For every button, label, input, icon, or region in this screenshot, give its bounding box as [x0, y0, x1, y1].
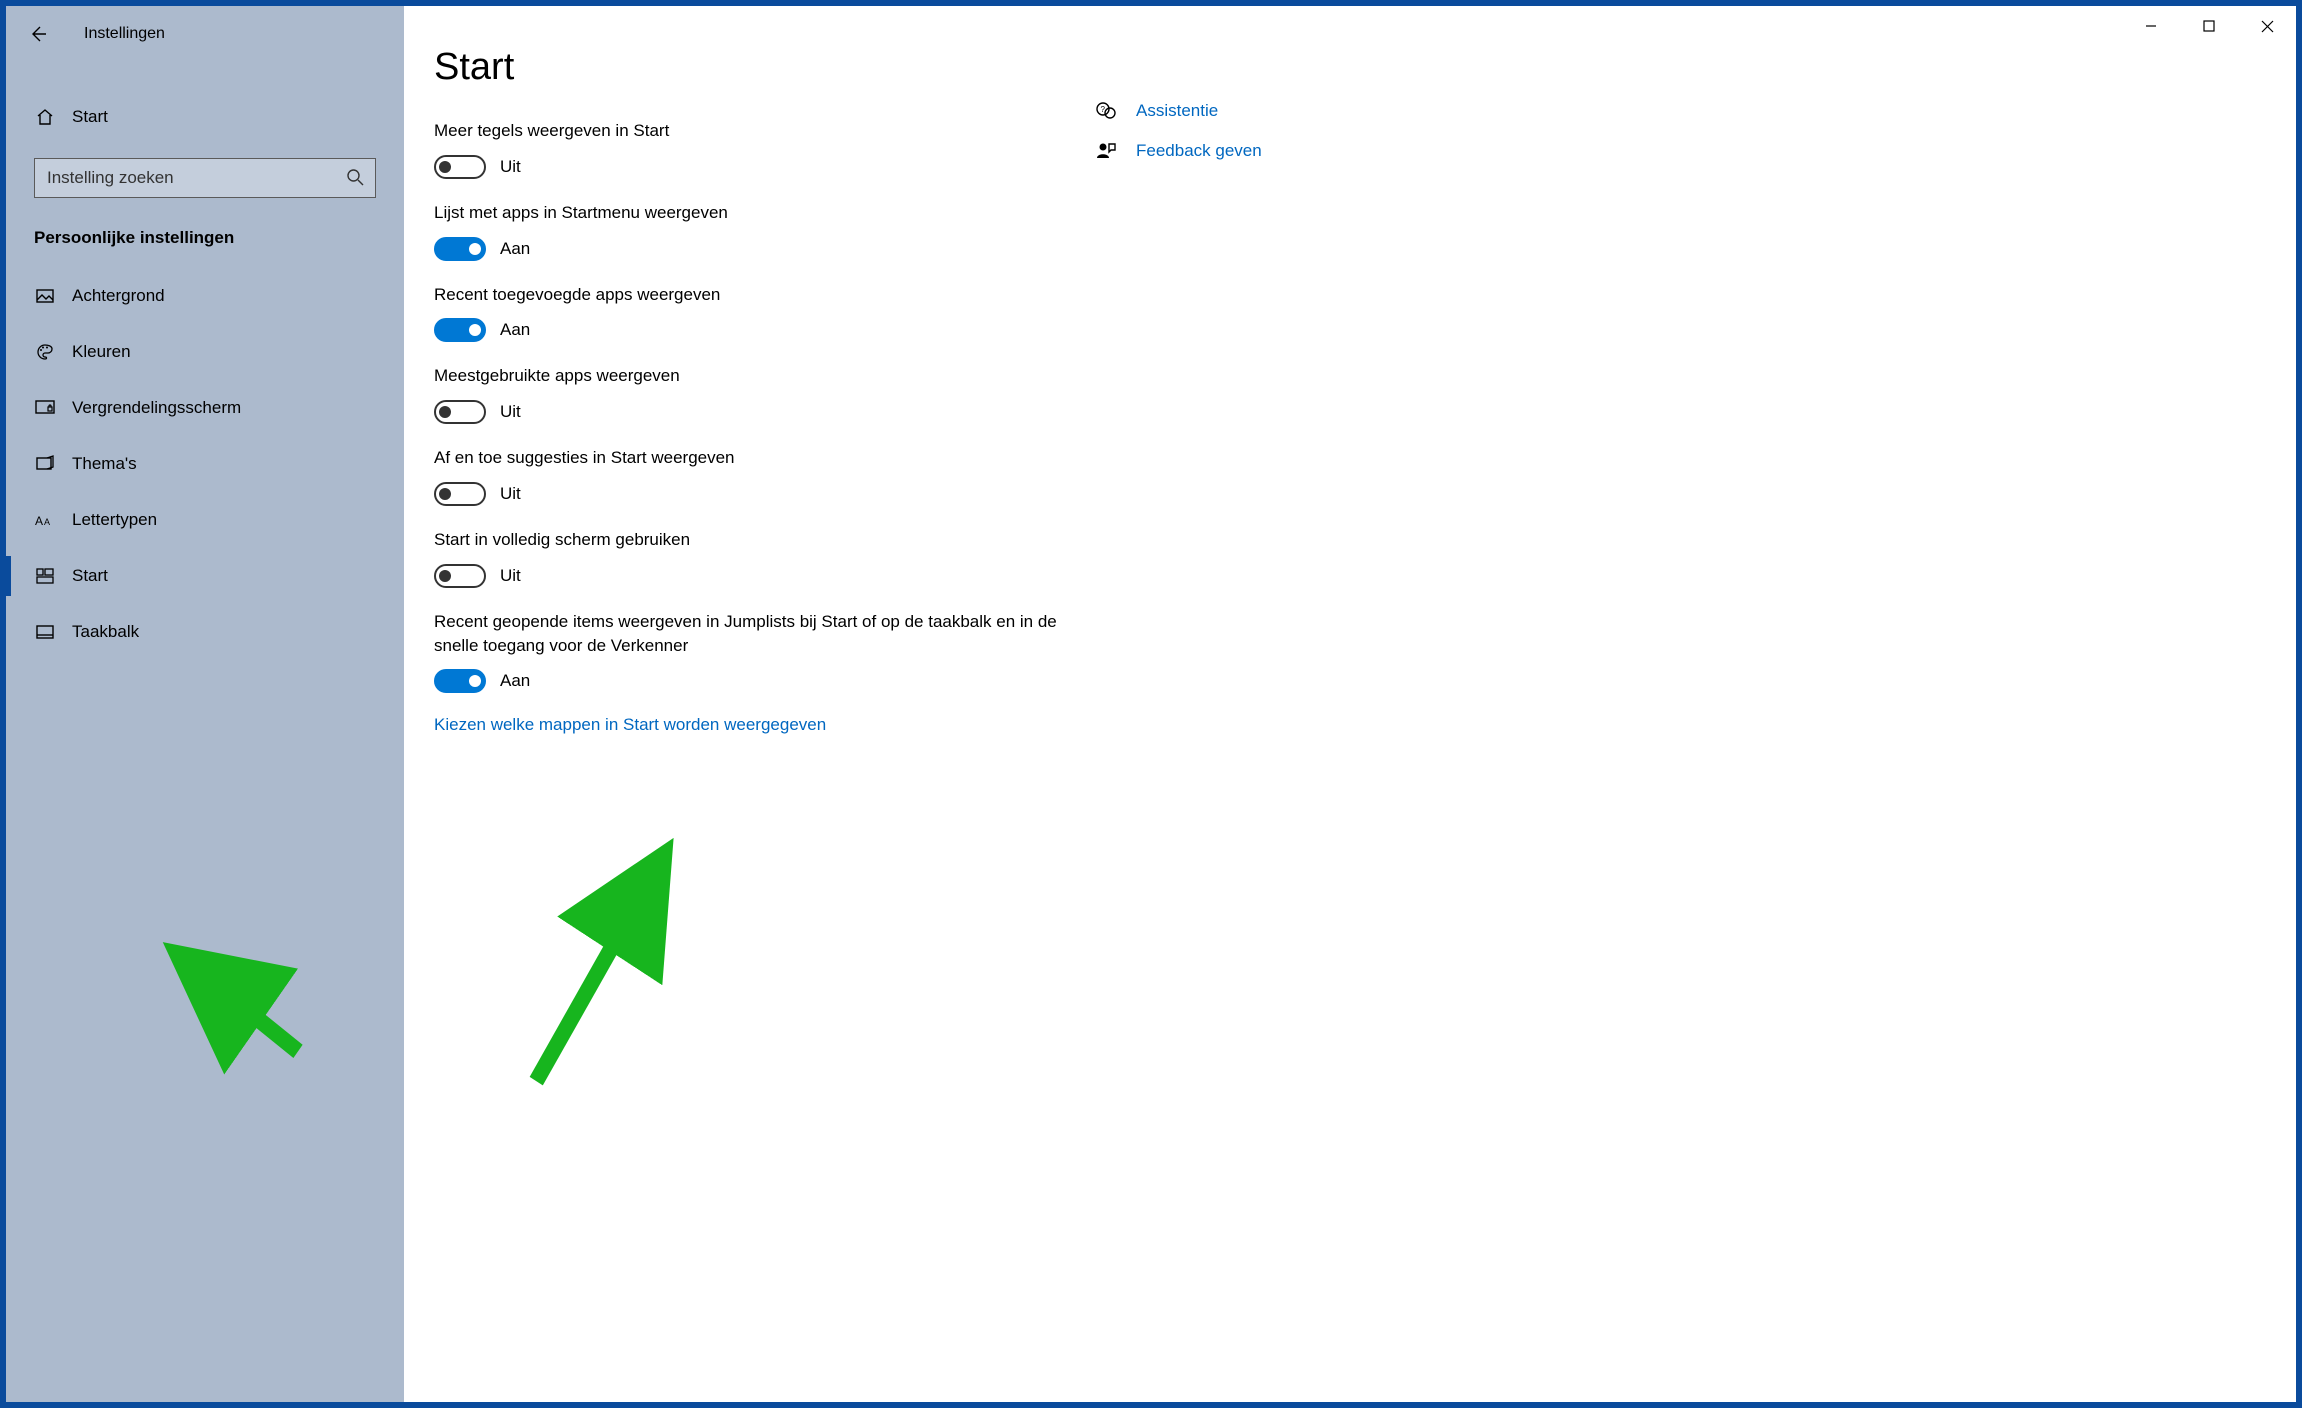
- category-title: Persoonlijke instellingen: [6, 218, 404, 268]
- help-feedback[interactable]: Feedback geven: [1094, 140, 1262, 162]
- toggle-state: Aan: [500, 239, 530, 259]
- setting-label: Recent toegevoegde apps weergeven: [434, 283, 1074, 307]
- toggle-state: Uit: [500, 484, 521, 504]
- toggle-state: Uit: [500, 402, 521, 422]
- feedback-icon: [1094, 140, 1118, 162]
- picture-icon: [34, 286, 56, 306]
- search-input[interactable]: [34, 158, 376, 198]
- assist-icon: ?: [1094, 100, 1118, 122]
- toggle-state: Uit: [500, 566, 521, 586]
- home-icon: [34, 107, 56, 127]
- toggle-fullscreen[interactable]: [434, 564, 486, 588]
- setting-recent-apps: Recent toegevoegde apps weergeven Aan: [434, 283, 1074, 343]
- settings-column: Start Meer tegels weergeven in Start Uit…: [434, 46, 1074, 1382]
- setting-app-list: Lijst met apps in Startmenu weergeven Aa…: [434, 201, 1074, 261]
- page-title: Start: [434, 46, 1074, 89]
- sidebar-item-fonts[interactable]: AA Lettertypen: [6, 492, 404, 548]
- setting-label: Start in volledig scherm gebruiken: [434, 528, 1074, 552]
- toggle-state: Uit: [500, 157, 521, 177]
- minimize-button[interactable]: [2122, 6, 2180, 46]
- sidebar-item-start[interactable]: Start: [6, 548, 404, 604]
- window-controls: [2122, 6, 2296, 46]
- back-button[interactable]: [18, 14, 58, 54]
- setting-most-used: Meestgebruikte apps weergeven Uit: [434, 364, 1074, 424]
- setting-fullscreen: Start in volledig scherm gebruiken Uit: [434, 528, 1074, 588]
- lockscreen-icon: [34, 398, 56, 418]
- help-assist[interactable]: ? Assistentie: [1094, 100, 1262, 122]
- setting-label: Meestgebruikte apps weergeven: [434, 364, 1074, 388]
- sidebar-item-colors[interactable]: Kleuren: [6, 324, 404, 380]
- taskbar-icon: [34, 622, 56, 642]
- sidebar-item-themes[interactable]: Thema's: [6, 436, 404, 492]
- toggle-app-list[interactable]: [434, 237, 486, 261]
- setting-label: Af en toe suggesties in Start weergeven: [434, 446, 1074, 470]
- settings-window: Instellingen Start Persoonlijke instelli…: [6, 6, 2296, 1402]
- palette-icon: [34, 342, 56, 362]
- svg-text:?: ?: [1101, 105, 1106, 114]
- sidebar-item-label: Vergrendelingsscherm: [72, 398, 241, 418]
- toggle-suggestions[interactable]: [434, 482, 486, 506]
- window-title: Instellingen: [84, 25, 165, 43]
- sidebar-header: Instellingen: [6, 6, 404, 62]
- sidebar-item-label: Lettertypen: [72, 510, 157, 530]
- sidebar-item-background[interactable]: Achtergrond: [6, 268, 404, 324]
- toggle-state: Aan: [500, 320, 530, 340]
- sidebar: Instellingen Start Persoonlijke instelli…: [6, 6, 404, 1402]
- maximize-button[interactable]: [2180, 6, 2238, 46]
- sidebar-item-label: Start: [72, 566, 108, 586]
- setting-more-tiles: Meer tegels weergeven in Start Uit: [434, 119, 1074, 179]
- nav-list: Achtergrond Kleuren Vergrendelingsscherm…: [6, 268, 404, 660]
- setting-jumplists: Recent geopende items weergeven in Jumpl…: [434, 610, 1074, 694]
- sidebar-item-lockscreen[interactable]: Vergrendelingsscherm: [6, 380, 404, 436]
- sidebar-item-label: Achtergrond: [72, 286, 165, 306]
- help-label: Assistentie: [1136, 101, 1218, 121]
- setting-label: Recent geopende items weergeven in Jumpl…: [434, 610, 1074, 658]
- sidebar-item-label: Kleuren: [72, 342, 131, 362]
- sidebar-item-label: Taakbalk: [72, 622, 139, 642]
- home-label: Start: [72, 107, 108, 127]
- help-label: Feedback geven: [1136, 141, 1262, 161]
- setting-label: Lijst met apps in Startmenu weergeven: [434, 201, 1074, 225]
- sidebar-item-label: Thema's: [72, 454, 137, 474]
- fonts-icon: AA: [34, 510, 56, 530]
- search-wrap: [34, 158, 376, 198]
- setting-label: Meer tegels weergeven in Start: [434, 119, 1074, 143]
- toggle-jumplists[interactable]: [434, 669, 486, 693]
- home-nav[interactable]: Start: [6, 92, 404, 142]
- sidebar-item-taskbar[interactable]: Taakbalk: [6, 604, 404, 660]
- choose-folders-link[interactable]: Kiezen welke mappen in Start worden weer…: [434, 715, 1074, 735]
- toggle-recent-apps[interactable]: [434, 318, 486, 342]
- themes-icon: [34, 454, 56, 474]
- close-button[interactable]: [2238, 6, 2296, 46]
- help-column: ? Assistentie Feedback geven: [1094, 46, 1262, 1382]
- toggle-state: Aan: [500, 671, 530, 691]
- start-icon: [34, 566, 56, 586]
- main-content: Start Meer tegels weergeven in Start Uit…: [404, 6, 2296, 1402]
- toggle-more-tiles[interactable]: [434, 155, 486, 179]
- setting-suggestions: Af en toe suggesties in Start weergeven …: [434, 446, 1074, 506]
- svg-text:A: A: [35, 514, 43, 528]
- svg-text:A: A: [44, 517, 50, 527]
- toggle-most-used[interactable]: [434, 400, 486, 424]
